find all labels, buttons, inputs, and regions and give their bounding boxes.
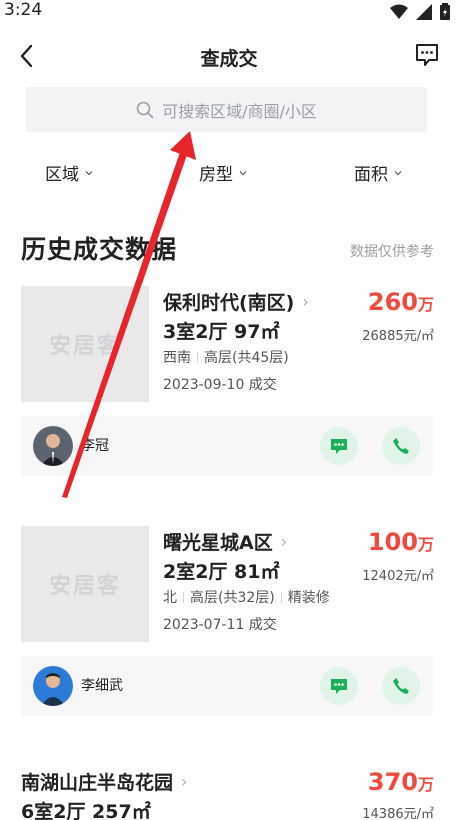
annotation-arrow bbox=[62, 131, 196, 498]
